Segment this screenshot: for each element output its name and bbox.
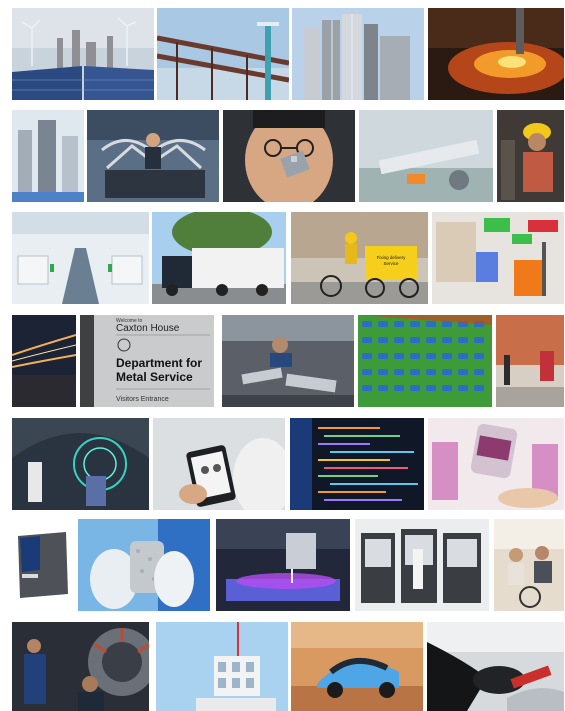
photo-truck-trailer [152, 212, 286, 304]
photo-green-glass-building [358, 315, 492, 407]
photo-canned-products [428, 418, 564, 510]
photo-engine-mechanics [12, 622, 149, 711]
delivery-box-line1: Fixing delivery [377, 255, 407, 260]
photo-factory-floor [12, 212, 149, 304]
photo-engineer-metal-frame [87, 110, 219, 202]
sign-department-line1: Department for [116, 356, 202, 370]
sign-building-name: Caxton House [116, 323, 180, 334]
photo-industrial-pipes [157, 8, 289, 100]
sign-entrance-text: Visitors Entrance [116, 396, 169, 403]
delivery-box-line2: Service [383, 261, 399, 266]
photo-street-pedestrians [496, 315, 564, 407]
photo-gloved-hands-metal-foam [78, 519, 210, 611]
photo-smartphone-app [153, 418, 285, 510]
photo-metal-tube-machinery [359, 110, 493, 202]
photo-office-wheelchair [494, 519, 564, 611]
photo-delivery-cargo-bike: Fixing delivery Service [291, 212, 428, 304]
photo-molten-metal-foundry [428, 8, 564, 100]
photo-lab-chambers [355, 519, 489, 611]
photo-lab-equipment [12, 110, 84, 202]
photo-worker-hard-hat [497, 110, 564, 202]
photo-warehouse-forklift [432, 212, 564, 304]
sign-department-line2: Metal Service [116, 370, 193, 384]
photo-concept-car-desert [291, 622, 423, 711]
photo-man-holding-metal-part [223, 110, 355, 202]
photo-cnc-metal-parts [222, 315, 354, 407]
photo-3d-printer-laser [216, 519, 350, 611]
photo-jet-engine-hologram [12, 418, 149, 510]
photo-polishing-metal-gloves [427, 622, 564, 711]
photo-caxton-house-sign: Welcome to Caxton House Department for M… [80, 315, 214, 407]
photo-light-trails-night [12, 315, 76, 407]
photo-steel-silos [292, 8, 424, 100]
photo-crane-building-module [156, 622, 288, 711]
photo-code-screen [290, 418, 424, 510]
photo-wind-solar-industry [12, 8, 154, 100]
photo-metal-brochure [12, 530, 72, 600]
